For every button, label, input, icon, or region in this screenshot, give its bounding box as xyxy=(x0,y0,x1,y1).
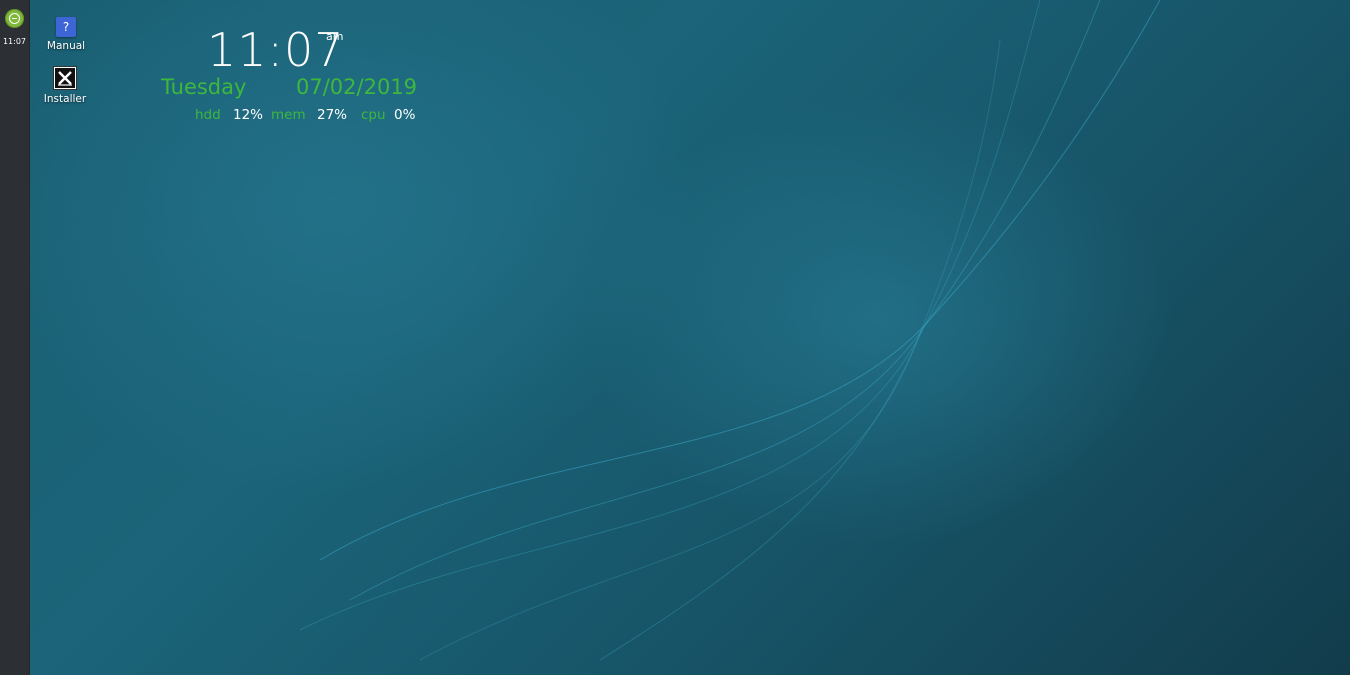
help-icon: ? xyxy=(56,17,76,37)
hdd-value: 12% xyxy=(233,107,264,123)
desktop-icon-label: Manual xyxy=(46,40,86,52)
installer-icon xyxy=(53,66,77,90)
clock-date: 07/02/2019 xyxy=(296,75,418,99)
desktop[interactable]: 11:07 ? Manual Installer 11:07 am Tuesda… xyxy=(0,0,1350,675)
desktop-icon-manual[interactable]: ? Manual xyxy=(31,17,101,52)
clock-time: 11:07 xyxy=(207,23,345,77)
wallpaper-waves xyxy=(299,0,1161,661)
menu-logo-icon[interactable] xyxy=(5,9,24,28)
mem-label: mem xyxy=(271,107,306,123)
desktop-icon-installer[interactable]: Installer xyxy=(30,66,100,105)
desktop-icon-label: Installer xyxy=(43,93,87,105)
cpu-label: cpu xyxy=(361,107,386,123)
mem-value: 27% xyxy=(317,107,348,123)
hdd-label: hdd xyxy=(195,107,221,123)
panel-clock[interactable]: 11:07 xyxy=(0,37,29,46)
cpu-value: 0% xyxy=(394,107,416,123)
side-panel: 11:07 xyxy=(0,0,30,675)
clock-ampm: am xyxy=(326,30,344,43)
clock-day: Tuesday xyxy=(161,75,247,99)
